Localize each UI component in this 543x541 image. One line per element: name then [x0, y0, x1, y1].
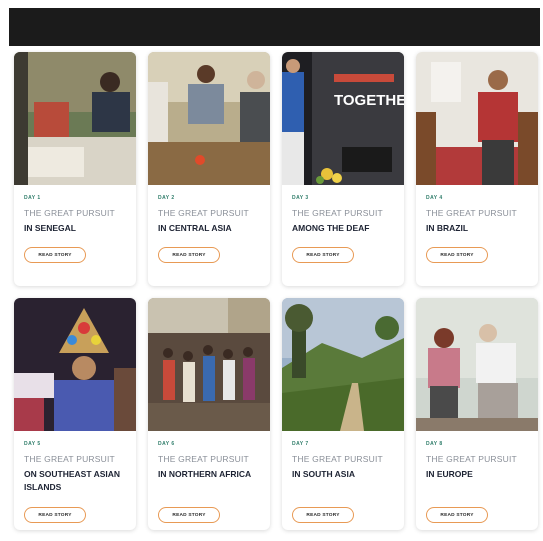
- story-photo: TOGETHER: [282, 52, 404, 185]
- story-place: IN SENEGAL: [24, 223, 76, 233]
- day-label: DAY 5: [24, 441, 41, 447]
- read-story-button[interactable]: READ STORY: [292, 247, 354, 263]
- story-card[interactable]: DAY 8 THE GREAT PURSUIT IN EUROPE READ S…: [416, 298, 538, 530]
- series-label: THE GREAT PURSUIT: [292, 454, 383, 464]
- story-card[interactable]: TOGETHER DAY 3 THE GREAT PURSUIT AMONG T…: [282, 52, 404, 286]
- story-card[interactable]: DAY 1 THE GREAT PURSUIT IN SENEGAL READ …: [14, 52, 136, 286]
- read-story-button[interactable]: READ STORY: [158, 247, 220, 263]
- story-place: IN SOUTH ASIA: [292, 469, 355, 479]
- read-story-button[interactable]: READ STORY: [24, 507, 86, 523]
- read-story-button[interactable]: READ STORY: [426, 247, 488, 263]
- story-grid: DAY 1 THE GREAT PURSUIT IN SENEGAL READ …: [14, 52, 540, 530]
- series-label: THE GREAT PURSUIT: [158, 454, 249, 464]
- read-story-button[interactable]: READ STORY: [292, 507, 354, 523]
- story-place: IN NORTHERN AFRICA: [158, 469, 252, 479]
- together-sign: TOGETHER: [334, 92, 404, 109]
- day-label: DAY 2: [158, 195, 175, 201]
- day-label: DAY 6: [158, 441, 175, 447]
- story-photo: [148, 298, 270, 431]
- story-card[interactable]: DAY 6 THE GREAT PURSUIT IN NORTHERN AFRI…: [148, 298, 270, 530]
- story-place: IN BRAZIL: [426, 223, 469, 233]
- story-photo: [416, 52, 538, 185]
- series-label: THE GREAT PURSUIT: [158, 208, 249, 218]
- story-place: IN EUROPE: [426, 469, 473, 479]
- read-story-button[interactable]: READ STORY: [426, 507, 488, 523]
- read-story-button[interactable]: READ STORY: [158, 507, 220, 523]
- series-label: THE GREAT PURSUIT: [24, 454, 115, 464]
- story-place: IN CENTRAL ASIA: [158, 223, 232, 233]
- day-label: DAY 8: [426, 441, 443, 447]
- story-place: AMONG THE DEAF: [292, 223, 370, 233]
- story-photo: [148, 52, 270, 185]
- day-label: DAY 1: [24, 195, 41, 201]
- read-story-button[interactable]: READ STORY: [24, 247, 86, 263]
- story-photo: [14, 298, 136, 431]
- story-photo: [416, 298, 538, 431]
- story-photo: [14, 52, 136, 185]
- series-label: THE GREAT PURSUIT: [426, 454, 517, 464]
- top-banner: [9, 8, 540, 46]
- series-label: THE GREAT PURSUIT: [24, 208, 115, 218]
- story-card[interactable]: DAY 2 THE GREAT PURSUIT IN CENTRAL ASIA …: [148, 52, 270, 286]
- story-card[interactable]: DAY 4 THE GREAT PURSUIT IN BRAZIL READ S…: [416, 52, 538, 286]
- story-place: ON SOUTHEAST ASIAN ISLANDS: [24, 469, 121, 492]
- series-label: THE GREAT PURSUIT: [292, 208, 383, 218]
- story-photo: [282, 298, 404, 431]
- day-label: DAY 4: [426, 195, 443, 201]
- day-label: DAY 3: [292, 195, 309, 201]
- story-card[interactable]: DAY 7 THE GREAT PURSUIT IN SOUTH ASIA RE…: [282, 298, 404, 530]
- series-label: THE GREAT PURSUIT: [426, 208, 517, 218]
- day-label: DAY 7: [292, 441, 309, 447]
- story-card[interactable]: DAY 5 THE GREAT PURSUIT ON SOUTHEAST ASI…: [14, 298, 136, 530]
